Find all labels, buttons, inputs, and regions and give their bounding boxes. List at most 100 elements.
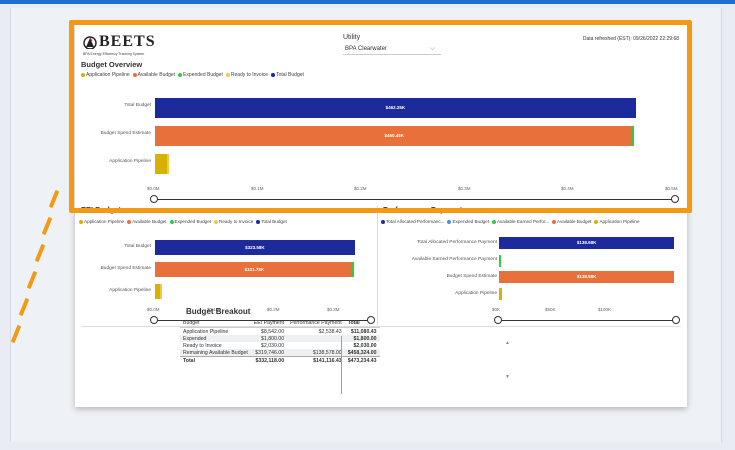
legend-item[interactable]: Ready to Invoice (225, 72, 268, 78)
table-cell: $141,116.43 (287, 356, 345, 364)
utility-dropdown[interactable]: BPA Clearwater ⌵ (343, 44, 441, 55)
table-cell: $2,538.43 (318, 328, 342, 335)
legend-item[interactable]: Available Budget (552, 219, 591, 224)
category-label: Budget Spend Estimate (100, 131, 151, 136)
x-tick: $0.3M (458, 186, 471, 191)
table-cell: Total (180, 356, 251, 364)
perf-legend: Total Allocated Performanc... Expended B… (381, 219, 640, 224)
table-cell: $2,030.00 (353, 342, 377, 349)
legend-item[interactable]: Available Budget (127, 219, 167, 224)
performance-payment-title: Performance Payment (383, 205, 463, 214)
bar-segment[interactable] (160, 284, 162, 299)
bar-data-label: $321.78K (244, 267, 265, 272)
category-label: Available Earned Performance Payment (411, 257, 497, 262)
legend-item[interactable]: Application Pipeline (79, 219, 124, 224)
budget-breakout-table: Budget EEI Payment Performance Payment T… (180, 319, 380, 364)
table-cell: $138,578.00 (287, 349, 345, 357)
table-header-row: Budget EEI Payment Performance Payment T… (180, 319, 380, 328)
table-cell (287, 335, 345, 342)
legend-item[interactable]: Application Pipeline (81, 72, 130, 78)
category-label: Application Pipeline (109, 288, 151, 293)
table-cell: $458,324.00 (344, 349, 380, 357)
column-header[interactable]: Total (344, 319, 380, 328)
overview-range-slider[interactable] (155, 199, 675, 200)
data-refreshed-text: Data refreshed (EST): 09/26/2022 22:29:6… (582, 36, 679, 42)
bar-segment[interactable] (155, 154, 167, 174)
table-total-row: Total $332,118.00 $141,116.43 $473,234.4… (180, 356, 380, 364)
x-tick: $0.2M (354, 186, 367, 191)
bar-segment[interactable] (166, 154, 169, 174)
legend-item[interactable]: Expended Budget (447, 219, 489, 224)
legend-item[interactable]: Expended Budget (169, 219, 211, 224)
legend-item[interactable]: Total Budget (271, 72, 304, 78)
legend-item[interactable]: Total Budget (256, 219, 287, 224)
bar-data-label: $323.58K (245, 245, 265, 250)
slider-handle-left[interactable] (150, 195, 158, 203)
slider-handle-left[interactable] (494, 316, 502, 324)
bar-data-label: $462.25K (385, 105, 406, 110)
x-tick: $0.0M (147, 186, 160, 191)
table-cell: Ready to Invoice (183, 342, 222, 349)
category-label: Budget Spend Estimate (446, 274, 497, 279)
scroll-down-icon[interactable]: ▼ (505, 374, 510, 380)
column-header[interactable]: Budget (180, 319, 251, 328)
table-scrollbar[interactable]: ▲ ▼ (505, 340, 511, 380)
category-label: Total Allocated Performance Payment (417, 240, 497, 245)
bar-data-label: $138.58K (576, 274, 597, 279)
legend-item[interactable]: Application Pipeline (594, 219, 640, 224)
table-row: Remaining Available Budget $319,746.00 $… (180, 349, 380, 357)
table-cell: $8,542.00 (261, 328, 285, 335)
utility-value: BPA Clearwater (345, 46, 387, 52)
slider-handle-left[interactable] (150, 316, 158, 324)
x-tick: $100K (598, 307, 612, 312)
bar-segment[interactable] (499, 255, 501, 267)
slider-handle-right[interactable] (672, 316, 680, 324)
x-tick: $0.1M (251, 186, 264, 191)
category-label: Budget Spend Estimate (100, 266, 151, 271)
bar-data-label: $460.45K (384, 133, 405, 138)
table-cell: Application Pipeline (183, 328, 229, 335)
category-label: Application Pipeline (455, 291, 497, 296)
bar-data-label: $138.68K (576, 240, 597, 245)
budget-overview-title: Budget Overview (81, 60, 143, 69)
table-cell: $319,746.00 (250, 349, 288, 357)
table-cell: $11,080.43 (350, 328, 377, 335)
budget-breakout: Budget Breakout Budget EEI Payment Perfo… (180, 307, 380, 364)
x-tick: $0K (492, 307, 501, 312)
x-tick: $0.0M (147, 307, 160, 312)
table-cell: $1,800.00 (344, 335, 380, 342)
top-accent-bar (0, 0, 735, 4)
legend-item[interactable]: Ready to Invoice (214, 219, 253, 224)
legend-item[interactable]: Available Earned Perfor... (492, 219, 549, 224)
perf-range-slider[interactable] (499, 320, 676, 321)
legend-item[interactable]: Total Allocated Performanc... (381, 219, 444, 224)
slider-handle-right[interactable] (671, 195, 679, 203)
category-label: Total Budget (124, 244, 151, 249)
logo-subtitle: BPA Energy Efficiency Tracking System (83, 52, 145, 56)
legend-item[interactable]: Available Budget (132, 72, 175, 78)
eei-budget-title: EEI Budget (81, 205, 122, 214)
table-cell: Remaining Available Budget (180, 349, 251, 357)
scroll-up-icon[interactable]: ▲ (505, 340, 510, 346)
table-cell: $473,234.43 (344, 356, 380, 364)
column-highlight-marker (341, 336, 342, 394)
column-header[interactable]: EEI Payment (250, 319, 288, 328)
bar-segment[interactable] (499, 288, 503, 300)
legend-item[interactable]: Expended Budget (178, 72, 223, 78)
chevron-down-icon: ⌵ (429, 45, 435, 52)
utility-label: Utility (343, 34, 361, 41)
overview-legend: Application Pipeline Available Budget Ex… (81, 72, 304, 78)
x-tick: $50K (545, 307, 556, 312)
x-tick: $0.4M (561, 186, 574, 191)
eei-legend: Application Pipeline Available Budget Ex… (79, 219, 287, 224)
table-cell: $2,030.00 (261, 342, 285, 349)
category-label: Application Pipeline (109, 159, 151, 164)
table-cell: $1,800.00 (250, 335, 288, 342)
budget-breakout-title: Budget Breakout (186, 307, 251, 316)
table-row: Ready to Invoice $2,030.00 $2,030.00 (180, 342, 380, 349)
report-panel: BEETS BPA Energy Efficiency Tracking Sys… (75, 22, 687, 407)
logo-text: BEETS (99, 33, 156, 50)
table-row: Application Pipeline $8,542.00 $2,538.43… (180, 328, 380, 336)
beets-logo: BEETS BPA Energy Efficiency Tracking Sys… (83, 33, 156, 57)
column-header[interactable]: Performance Payment (287, 319, 345, 328)
